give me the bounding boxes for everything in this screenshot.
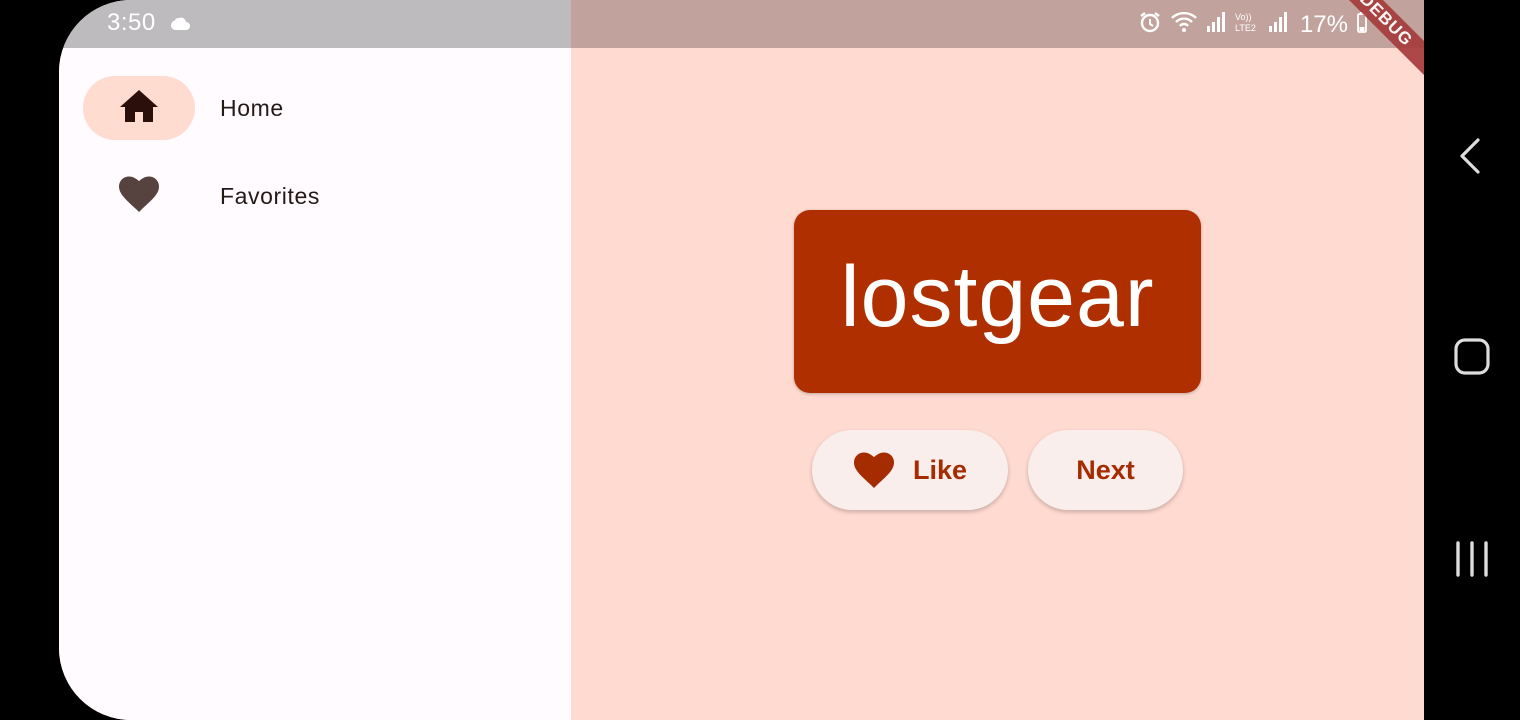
word-pair-text: lostgear [840, 249, 1155, 345]
heart-icon [853, 451, 895, 489]
volte-icon: Vo)) LTE2 [1234, 10, 1260, 39]
back-icon[interactable] [1454, 136, 1490, 181]
home-button-icon[interactable] [1454, 338, 1490, 381]
like-button-label: Like [912, 454, 968, 485]
svg-text:Vo)): Vo)) [1235, 12, 1252, 22]
wifi-icon [1170, 10, 1198, 39]
nav-label-favorites: Favorites [220, 182, 320, 209]
nav-item-home[interactable]: Home [83, 76, 284, 140]
app-screen: 3:50 Vo)) LTE2 17% DEBUG Home Favorites … [59, 0, 1424, 720]
signal-icon [1268, 11, 1288, 38]
nav-item-favorites[interactable]: Favorites [83, 164, 320, 228]
alarm-icon [1138, 10, 1162, 39]
cloud-icon [169, 14, 191, 37]
heart-icon [118, 175, 160, 218]
battery-percentage: 17% [1299, 10, 1348, 38]
system-navigation-bar [1424, 0, 1520, 720]
status-bar: 3:50 Vo)) LTE2 17% [59, 0, 1424, 48]
main-content: lostgear Like Next [571, 48, 1424, 720]
recents-icon[interactable] [1454, 540, 1490, 583]
status-time: 3:50 [107, 9, 156, 36]
nav-label-home: Home [220, 94, 284, 121]
like-button[interactable]: Like [812, 430, 1008, 510]
signal-icon [1206, 11, 1226, 38]
word-card: lostgear [794, 210, 1201, 393]
status-icons: Vo)) LTE2 17% [1138, 10, 1368, 39]
nav-icon-container [83, 164, 195, 228]
next-button[interactable]: Next [1028, 430, 1183, 510]
svg-text:LTE2: LTE2 [1235, 23, 1256, 33]
home-icon [119, 88, 159, 129]
navigation-rail: Home Favorites [59, 48, 571, 720]
selected-indicator [83, 76, 195, 140]
